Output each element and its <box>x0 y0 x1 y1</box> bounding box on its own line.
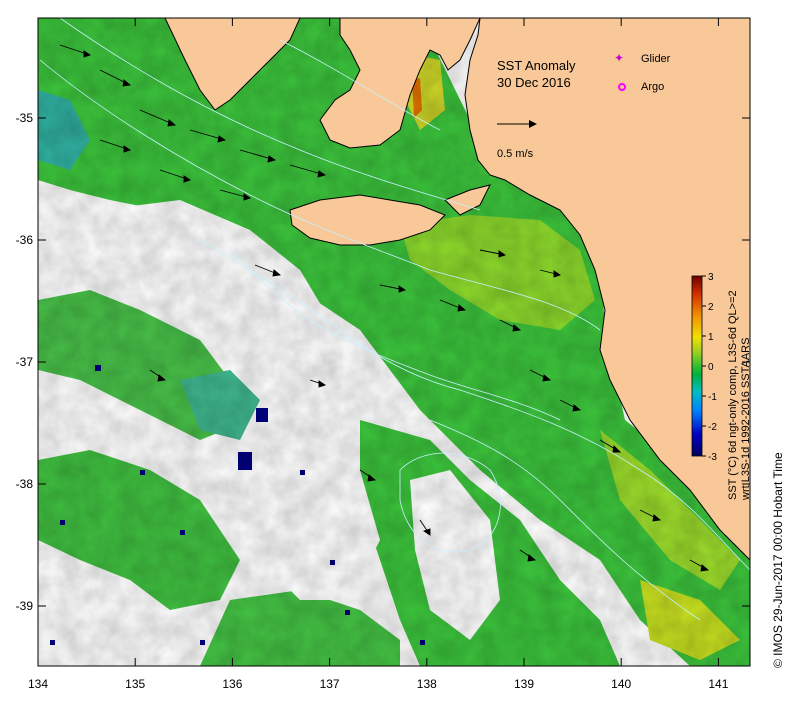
x-tick-label: 135 <box>125 677 145 691</box>
colorbar-label-line1: SST (°C) 6d ngt-only comp, L3S-6d QL>=2 <box>727 290 739 500</box>
star-icon: ✦ <box>614 51 624 65</box>
x-tick-label: 136 <box>222 677 242 691</box>
sst-layer <box>38 18 750 666</box>
y-tick-label: -36 <box>16 233 34 247</box>
y-tick-label: -39 <box>16 599 34 613</box>
x-tick-label: 140 <box>611 677 631 691</box>
colorbar-label-line2: wrt L3S-1d 1992-2016 SSTAARS <box>740 338 752 501</box>
sst-map-figure: 134 135 136 137 138 139 140 141 -35 -36 -37 -38 -39… <box>0 0 791 700</box>
x-tick-label: 141 <box>708 677 728 691</box>
x-tick-label: 139 <box>514 677 534 691</box>
footer-credit: © IMOS 29-Jun-2017 00:00 Hobart Time <box>771 452 785 668</box>
legend-argo-label: Argo <box>641 81 664 93</box>
colorbar-tick-label: 2 <box>708 302 714 313</box>
map-date: 30 Dec 2016 <box>497 75 571 90</box>
colorbar-tick-label: -1 <box>708 392 717 403</box>
colorbar-scale <box>691 275 703 457</box>
map-title: SST Anomaly <box>497 58 576 73</box>
y-tick-label: -37 <box>16 355 34 369</box>
map-canvas: 134 135 136 137 138 139 140 141 -35 -36 -37 -38 -39… <box>16 17 785 691</box>
colorbar-tick-label: -3 <box>708 452 717 463</box>
colorbar-tick-label: 0 <box>708 362 714 373</box>
x-tick-label: 138 <box>417 677 437 691</box>
x-tick-label: 137 <box>320 677 340 691</box>
colorbar-tick-label: 3 <box>708 272 714 283</box>
colorbar-tick-label: -2 <box>708 422 717 433</box>
x-tick-label: 134 <box>28 677 48 691</box>
scale-arrow-label: 0.5 m/s <box>497 148 534 160</box>
colorbar-tick-label: 1 <box>708 332 714 343</box>
y-tick-label: -38 <box>16 477 34 491</box>
legend-glider-label: Glider <box>641 53 671 65</box>
y-tick-label: -35 <box>16 111 34 125</box>
